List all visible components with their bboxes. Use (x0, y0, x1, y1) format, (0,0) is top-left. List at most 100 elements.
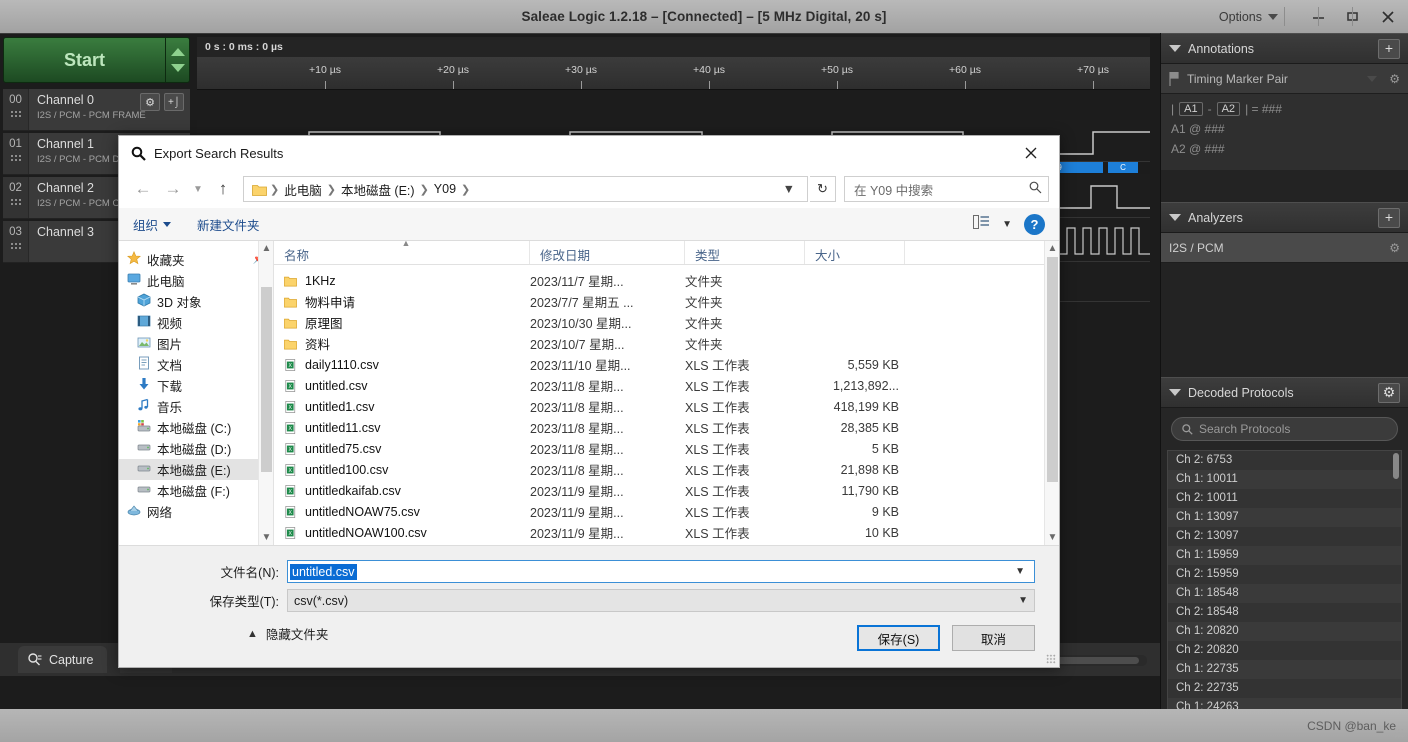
analyzers-header[interactable]: Analyzers + (1161, 202, 1408, 233)
drag-handle-icon[interactable] (9, 198, 22, 207)
annotations-header[interactable]: Annotations + (1161, 33, 1408, 64)
tree-item-9[interactable]: 本地磁盘 (D:) (119, 438, 273, 459)
cancel-button[interactable]: 取消 (952, 625, 1035, 651)
breadcrumb-item-0[interactable]: 此电脑 (280, 180, 326, 199)
tree-item-6[interactable]: 下载 (119, 375, 273, 396)
start-options-stepper[interactable] (166, 37, 190, 83)
timing-marker-pair-row[interactable]: Timing Marker Pair ⚙ (1161, 64, 1408, 94)
protocol-result-item[interactable]: Ch 2: 15959 (1168, 565, 1401, 584)
capture-tab[interactable]: Capture (18, 646, 108, 673)
tree-item-1[interactable]: 此电脑 (119, 270, 273, 291)
file-row[interactable]: 1KHz 2023/11/7 星期... 文件夹 (274, 270, 1059, 291)
tree-item-10[interactable]: 本地磁盘 (E:) (119, 459, 273, 480)
tree-item-5[interactable]: 文档 (119, 354, 273, 375)
options-menu[interactable]: Options (1219, 6, 1278, 28)
channel-settings-button[interactable]: ⚙ (140, 93, 160, 111)
search-protocols-input[interactable]: Search Protocols (1171, 417, 1398, 441)
tree-item-2[interactable]: 3D 对象 (119, 291, 273, 312)
scroll-up-icon[interactable]: ▲ (259, 241, 273, 256)
protocol-result-item[interactable]: Ch 1: 18548 (1168, 584, 1401, 603)
tree-item-7[interactable]: 音乐 (119, 396, 273, 417)
column-header-date[interactable]: 修改日期 (530, 241, 685, 264)
arrow-right-icon[interactable]: → (159, 176, 187, 202)
breadcrumb-item-2[interactable]: Y09 (430, 182, 460, 196)
column-header-type[interactable]: 类型 (685, 241, 805, 264)
protocol-result-item[interactable]: Ch 1: 20820 (1168, 622, 1401, 641)
scrollbar-thumb[interactable] (261, 287, 272, 472)
decoded-block[interactable]: C (1108, 162, 1138, 173)
file-row[interactable]: Xuntitled75.csv 2023/11/8 星期... XLS 工作表 5 K… (274, 438, 1059, 459)
gear-icon[interactable]: ⚙ (1389, 72, 1400, 86)
breadcrumb[interactable]: ❯ 此电脑 ❯ 本地磁盘 (E:) ❯ Y09 ❯ ▼ (243, 176, 808, 202)
timeline-ruler[interactable]: +10 µs +20 µs +30 µs +40 µs +50 µs +60 µs +70 … (197, 58, 1150, 90)
add-annotation-button[interactable]: + (1378, 38, 1400, 59)
arrow-up-icon[interactable]: ↑ (209, 176, 237, 202)
file-list[interactable]: 1KHz 2023/11/7 星期... 文件夹 物料申请 2023/7/7 星期五 .… (274, 265, 1059, 545)
resize-grip[interactable] (1394, 728, 1404, 738)
file-row[interactable]: XuntitledNOAW75.csv 2023/11/9 星期... XLS 工作… (274, 501, 1059, 522)
new-folder-button[interactable]: 新建文件夹 (197, 215, 260, 234)
file-row[interactable]: Xuntitled100.csv 2023/11/8 星期... XLS 工作表 21… (274, 459, 1059, 480)
tree-item-4[interactable]: 图片 (119, 333, 273, 354)
marker-a1-chip[interactable]: A1 (1179, 102, 1203, 116)
file-row[interactable]: Xuntitled1.csv 2023/11/8 星期... XLS 工作表 418,… (274, 396, 1059, 417)
add-analyzer-button[interactable]: + (1378, 207, 1400, 228)
breadcrumb-dropdown-icon[interactable]: ▼ (775, 182, 803, 196)
file-row[interactable]: Xuntitledkaifab.csv 2023/11/9 星期... XLS 工作… (274, 480, 1059, 501)
protocol-result-item[interactable]: Ch 2: 6753 (1168, 451, 1401, 470)
protocol-result-item[interactable]: Ch 2: 20820 (1168, 641, 1401, 660)
tree-item-12[interactable]: 网络 (119, 501, 273, 522)
file-row[interactable]: 资料 2023/10/7 星期... 文件夹 (274, 333, 1059, 354)
file-list-scrollbar[interactable]: ▲ ▼ (1044, 241, 1059, 545)
decoded-protocols-header[interactable]: Decoded Protocols ⚙ (1161, 377, 1408, 408)
file-row[interactable]: Xuntitled.csv 2023/11/8 星期... XLS 工作表 1,213… (274, 375, 1059, 396)
close-button[interactable] (1370, 0, 1406, 33)
view-dropdown-icon[interactable]: ▼ (1002, 219, 1012, 230)
dialog-close-button[interactable] (1009, 137, 1053, 169)
start-button[interactable]: Start (3, 37, 166, 83)
protocol-result-item[interactable]: Ch 1: 22735 (1168, 660, 1401, 679)
chevron-down-icon[interactable]: ▼ (189, 176, 207, 202)
chevron-down-icon[interactable]: ▼ (1008, 566, 1032, 577)
arrow-left-icon[interactable]: ← (129, 176, 157, 202)
tree-scrollbar[interactable]: ▲ ▼ (258, 241, 273, 545)
search-input[interactable]: 在 Y09 中搜索 (844, 176, 1049, 202)
decoded-protocols-settings-button[interactable]: ⚙ (1378, 382, 1400, 403)
file-row[interactable]: Xdaily1110.csv 2023/11/10 星期... XLS 工作表 5,5… (274, 354, 1059, 375)
chevron-down-icon[interactable] (1367, 75, 1378, 82)
filename-input[interactable]: untitled.csv ▼ (287, 560, 1035, 583)
tree-item-11[interactable]: 本地磁盘 (F:) (119, 480, 273, 501)
protocol-result-item[interactable]: Ch 1: 10011 (1168, 470, 1401, 489)
file-row[interactable]: 物料申请 2023/7/7 星期五 ... 文件夹 (274, 291, 1059, 312)
scroll-down-icon[interactable]: ▼ (259, 530, 273, 545)
protocol-result-item[interactable]: Ch 2: 10011 (1168, 489, 1401, 508)
protocol-results-list[interactable]: Ch 2: 6753 Ch 1: 10011 Ch 2: 10011 Ch 1: 13… (1167, 450, 1402, 712)
drag-handle-icon[interactable] (9, 242, 22, 251)
hide-folders-toggle[interactable]: ▲ 隐藏文件夹 (247, 624, 328, 643)
tree-item-3[interactable]: 视频 (119, 312, 273, 333)
save-button[interactable]: 保存(S) (857, 625, 940, 651)
analyzer-item[interactable]: I2S / PCM ⚙ (1161, 233, 1408, 263)
dialog-resize-grip[interactable] (1046, 654, 1056, 664)
help-button[interactable]: ? (1024, 213, 1045, 235)
marker-a2-chip[interactable]: A2 (1216, 102, 1241, 116)
protocol-result-item[interactable]: Ch 2: 18548 (1168, 603, 1401, 622)
drag-handle-icon[interactable] (9, 154, 22, 163)
tree-item-0[interactable]: 收藏夹📌 (119, 249, 273, 270)
refresh-button[interactable]: ↻ (810, 176, 836, 202)
breadcrumb-item-1[interactable]: 本地磁盘 (E:) (337, 180, 419, 199)
gear-icon[interactable]: ⚙ (1389, 241, 1400, 255)
tree-item-8[interactable]: 本地磁盘 (C:) (119, 417, 273, 438)
filetype-select[interactable]: csv(*.csv) ▼ (287, 589, 1035, 612)
scrollbar-thumb[interactable] (1047, 257, 1058, 482)
protocol-result-item[interactable]: Ch 1: 15959 (1168, 546, 1401, 565)
organize-menu[interactable]: 组织 (133, 215, 172, 234)
protocol-result-item[interactable]: Ch 2: 13097 (1168, 527, 1401, 546)
scrollbar-thumb[interactable] (1393, 453, 1399, 479)
file-row[interactable]: Xuntitled11.csv 2023/11/8 星期... XLS 工作表 28,… (274, 417, 1059, 438)
protocol-result-item[interactable]: Ch 1: 13097 (1168, 508, 1401, 527)
file-row[interactable]: XuntitledNOAW100.csv 2023/11/9 星期... XLS 工… (274, 522, 1059, 543)
add-analyzer-button[interactable]: +⌡ (164, 93, 184, 111)
protocol-result-item[interactable]: Ch 2: 22735 (1168, 679, 1401, 698)
view-list-icon[interactable] (973, 214, 990, 234)
